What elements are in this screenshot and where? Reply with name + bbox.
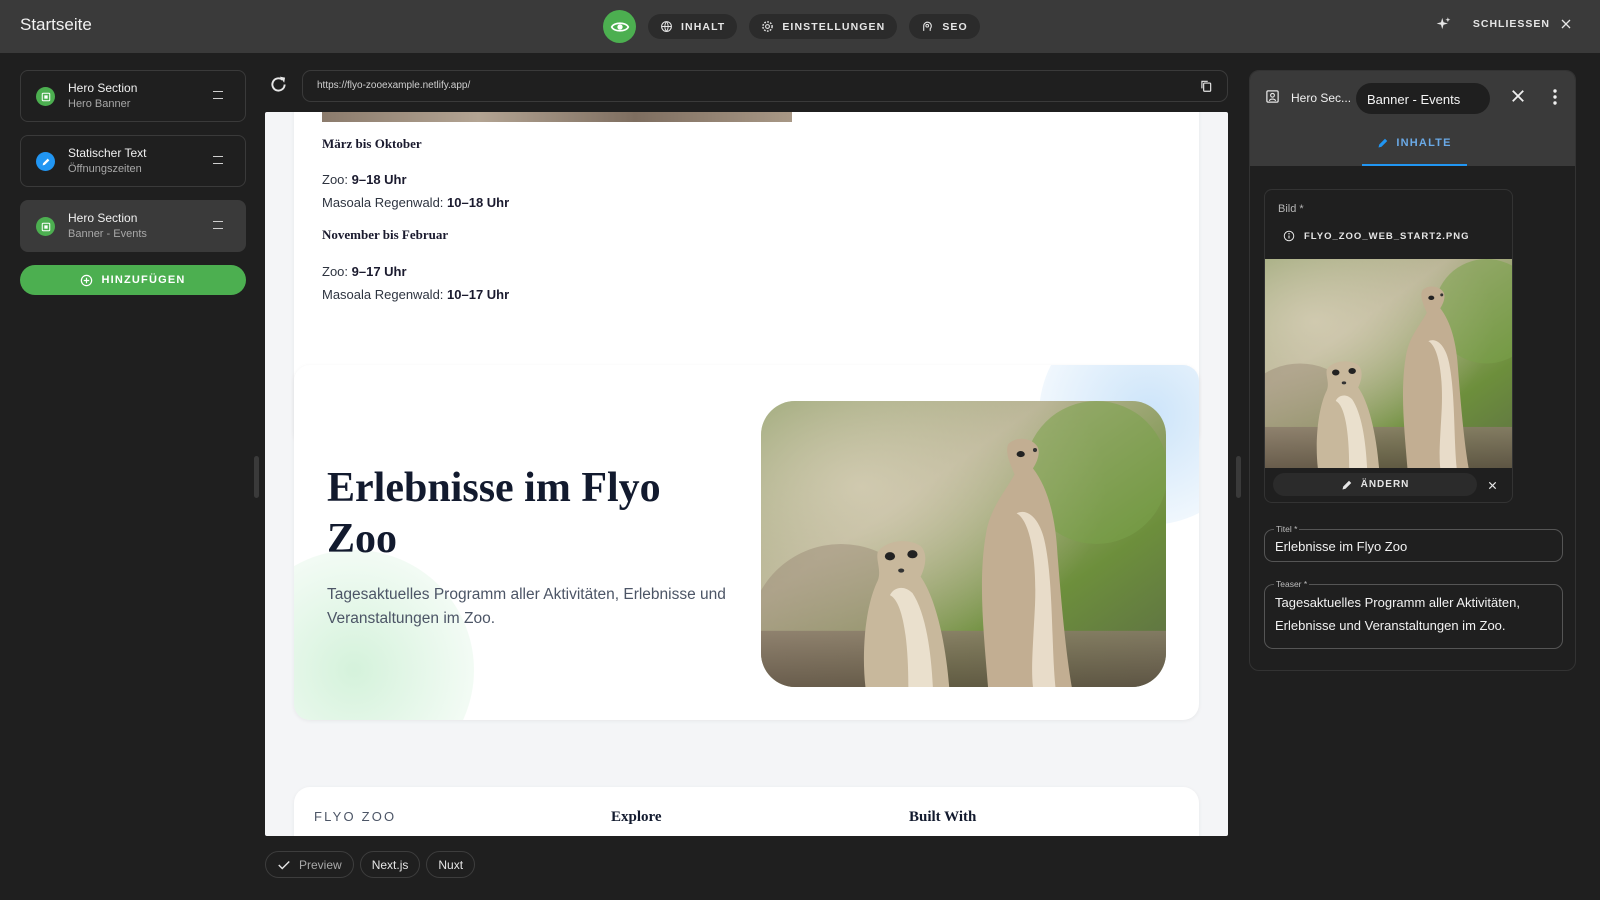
hours-line: Masoala Regenwald: 10–17 Uhr	[322, 287, 510, 302]
site-preview: März bis Oktober Zoo: 9–18 Uhr Masoala R…	[265, 112, 1228, 836]
chip-preview[interactable]: Preview	[265, 851, 354, 878]
image-strip	[322, 112, 792, 122]
close-icon[interactable]	[1509, 87, 1527, 110]
add-block-button[interactable]: HINZUFÜGEN	[20, 265, 246, 295]
title-field[interactable]: Titel * Erlebnisse im Flyo Zoo	[1264, 524, 1563, 562]
sidebar-item-hero-banner[interactable]: Hero Section Hero Banner	[20, 70, 246, 122]
top-toolbar: INHALT EINSTELLUNGEN SEO	[603, 10, 980, 43]
footer-heading-explore: Explore	[611, 809, 662, 825]
tab-inhalt-label: INHALT	[681, 20, 726, 33]
tab-einstellungen[interactable]: EINSTELLUNGEN	[749, 14, 898, 39]
season-heading: November bis Februar	[322, 227, 449, 242]
drag-handle-icon[interactable]	[213, 221, 223, 229]
copy-icon[interactable]	[1199, 79, 1213, 98]
hero-card: Erlebnisse im Flyo Zoo Tagesaktuelles Pr…	[294, 365, 1199, 720]
teaser-field-label: Teaser *	[1274, 579, 1310, 589]
footer-heading-built-with: Built With	[909, 809, 977, 825]
pencil-icon	[1342, 480, 1351, 489]
sidebar-item-banner-events[interactable]: Hero Section Banner - Events	[20, 200, 246, 252]
tab-seo-label: SEO	[942, 20, 968, 33]
sidebar-item-title: Statischer Text	[68, 146, 147, 160]
pencil-icon	[1378, 138, 1388, 148]
info-icon	[1283, 230, 1295, 242]
refresh-icon	[271, 76, 286, 92]
close-icon[interactable]	[1560, 18, 1572, 30]
resize-handle-right[interactable]	[1236, 456, 1241, 498]
url-text: https://flyo-zooexample.netlify.app/	[317, 80, 471, 91]
close-button[interactable]: SCHLIESSEN	[1436, 16, 1572, 31]
top-bar: Startseite INHALT EINSTELLUNGEN SEO SCHL…	[0, 0, 1600, 53]
framework-chips: Preview Next.js Nuxt	[265, 851, 476, 878]
globe-icon	[661, 21, 672, 33]
hero-title: Erlebnisse im Flyo Zoo	[327, 465, 661, 562]
title-field-value: Erlebnisse im Flyo Zoo	[1275, 539, 1408, 554]
resize-handle-left[interactable]	[254, 456, 259, 498]
drag-handle-icon[interactable]	[213, 91, 223, 99]
drag-handle-icon[interactable]	[213, 156, 223, 164]
image-block-icon	[36, 87, 55, 106]
teaser-field[interactable]: Teaser * Tagesaktuelles Programm aller A…	[1264, 579, 1563, 649]
chip-nuxt[interactable]: Nuxt	[426, 851, 476, 878]
remove-image-icon[interactable]	[1487, 478, 1498, 496]
plus-circle-icon	[81, 274, 93, 286]
chip-nextjs[interactable]: Next.js	[359, 851, 421, 878]
eye-icon	[610, 21, 629, 32]
hours-line: Zoo: 9–17 Uhr	[322, 264, 407, 279]
hero-teaser: Tagesaktuelles Programm aller Aktivitäte…	[327, 586, 726, 627]
image-field-label: Bild *	[1278, 203, 1304, 215]
footer-brand: FLYO ZOO	[314, 809, 397, 824]
image-thumbnail	[1265, 259, 1512, 498]
close-label: SCHLIESSEN	[1472, 17, 1550, 30]
sidebar-item-subtitle: Hero Banner	[68, 98, 131, 110]
preview-toggle-button[interactable]	[603, 10, 636, 43]
title-field-label: Titel *	[1274, 524, 1300, 534]
block-editor-panel: Hero Sec... Banner - Events INHALTE Bild…	[1249, 70, 1576, 671]
hero-image	[761, 401, 1166, 687]
image-filename[interactable]: FLYO_ZOO_WEB_START2.PNG	[1283, 230, 1470, 242]
site-footer: FLYO ZOO Explore Built With	[294, 787, 1199, 836]
reload-button[interactable]	[268, 74, 289, 100]
tab-inhalt[interactable]: INHALT	[648, 14, 738, 39]
change-image-button[interactable]: ÄNDERN	[1273, 473, 1477, 496]
season-heading: März bis Oktober	[322, 136, 422, 151]
teaser-field-value: Tagesaktuelles Programm aller Aktivitäte…	[1275, 595, 1520, 633]
image-field: Bild * FLYO_ZOO_WEB_START2.PNG ÄNDERN	[1264, 189, 1513, 503]
tab-einstellungen-label: EINSTELLUNGEN	[782, 20, 886, 33]
hours-line: Zoo: 9–18 Uhr	[322, 172, 407, 187]
more-vertical-icon[interactable]	[1552, 89, 1558, 110]
page-title: Startseite	[20, 15, 92, 34]
image-block-icon	[1265, 89, 1280, 109]
sparkle-icon[interactable]	[1436, 16, 1451, 31]
add-block-label: HINZUFÜGEN	[101, 274, 186, 286]
tab-seo[interactable]: SEO	[909, 14, 980, 39]
image-block-icon	[36, 217, 55, 236]
tab-inhalte[interactable]: INHALTE	[1362, 128, 1467, 166]
sidebar-item-subtitle: Banner - Events	[68, 228, 147, 240]
hours-line: Masoala Regenwald: 10–18 Uhr	[322, 195, 510, 210]
panel-block-label[interactable]: Hero Sec...	[1291, 91, 1351, 105]
check-icon	[278, 860, 290, 869]
gear-icon	[762, 21, 774, 32]
sidebar-item-subtitle: Öffnungszeiten	[68, 163, 142, 175]
sidebar-item-title: Hero Section	[68, 81, 138, 95]
sidebar-item-title: Hero Section	[68, 211, 138, 225]
pencil-icon	[36, 152, 55, 171]
url-bar[interactable]: https://flyo-zooexample.netlify.app/	[302, 70, 1228, 102]
panel-block-tab[interactable]: Banner - Events	[1356, 83, 1490, 114]
sidebar-item-oeffnungszeiten[interactable]: Statischer Text Öffnungszeiten	[20, 135, 246, 187]
seo-icon	[923, 21, 933, 31]
block-sidebar: Hero Section Hero Banner Statischer Text…	[20, 70, 246, 295]
panel-header: Hero Sec... Banner - Events INHALTE	[1250, 71, 1575, 166]
